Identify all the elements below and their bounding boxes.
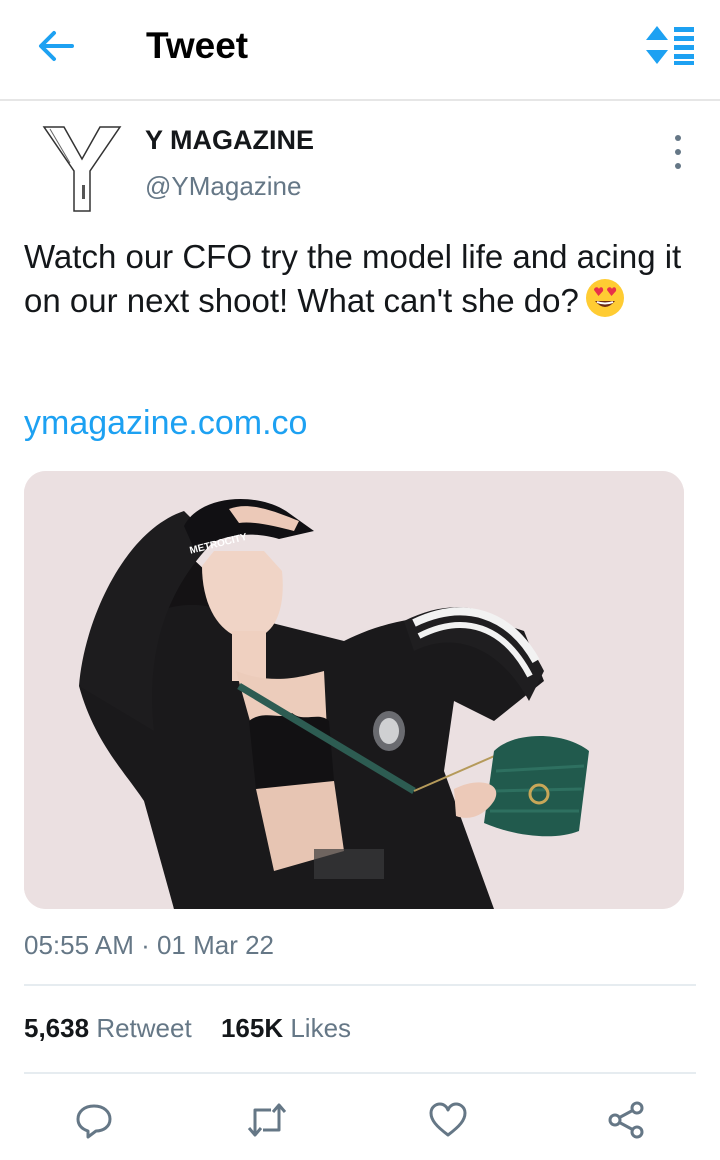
top-bar: Tweet <box>0 0 720 101</box>
share-icon <box>608 1101 644 1139</box>
retweet-icon <box>247 1103 287 1137</box>
tweet-author: Y MAGAZINE @YMagazine <box>0 101 720 221</box>
more-dot <box>675 163 681 169</box>
retweet-count-link[interactable]: 5,638 Retweet <box>24 1013 192 1044</box>
heart-icon <box>429 1102 467 1137</box>
retweet-label: Retweet <box>96 1013 192 1043</box>
photo-illustration: METROCITY <box>24 471 684 909</box>
reply-button[interactable] <box>72 1098 116 1142</box>
avatar[interactable] <box>34 123 130 219</box>
more-options-button[interactable] <box>666 135 690 169</box>
tweet-body: Watch our CFO try the model life and aci… <box>24 238 682 319</box>
like-button[interactable] <box>426 1098 470 1142</box>
likes-count: 165K <box>220 1013 284 1043</box>
tweet-text: Watch our CFO try the model life and aci… <box>24 236 696 322</box>
divider <box>24 1072 696 1074</box>
tweet-photo[interactable]: METROCITY <box>24 471 684 909</box>
more-dot <box>675 149 681 155</box>
sort-list-icon <box>646 26 694 65</box>
arrow-left-icon <box>39 31 74 61</box>
sort-button[interactable] <box>644 24 700 66</box>
tweet-action-bar <box>0 1090 720 1150</box>
heart-eyes-emoji-icon <box>585 279 624 317</box>
tweet-link[interactable]: ymagazine.com.co <box>24 404 307 443</box>
tweet-stats: 5,638 Retweet 165K Likes <box>24 1013 373 1044</box>
share-button[interactable] <box>604 1098 648 1142</box>
more-vertical-icon <box>675 135 681 141</box>
tweet-timestamp: 05:55 AM · 01 Mar 22 <box>24 930 275 960</box>
back-button[interactable] <box>36 26 76 66</box>
author-name[interactable]: Y MAGAZINE <box>145 125 314 156</box>
y-logo-avatar <box>42 126 122 212</box>
retweet-count: 5,638 <box>24 1013 90 1043</box>
likes-count-link[interactable]: 165K Likes <box>221 1013 351 1044</box>
author-handle[interactable]: @YMagazine <box>145 171 301 202</box>
retweet-button[interactable] <box>245 1098 289 1142</box>
likes-label: Likes <box>290 1013 352 1043</box>
divider <box>24 984 696 986</box>
page-title: Tweet <box>146 25 249 66</box>
reply-icon <box>76 1104 112 1139</box>
